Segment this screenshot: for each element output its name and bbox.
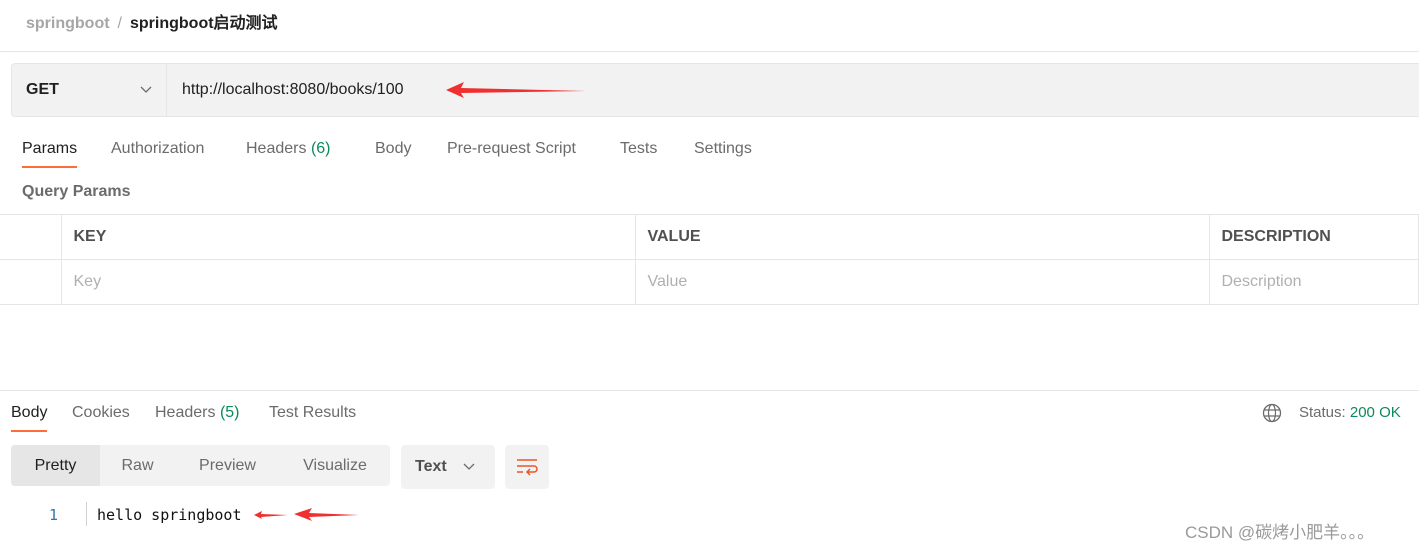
tab-tests[interactable]: Tests [620,140,657,158]
globe-icon[interactable] [1262,403,1282,423]
tab-test-results[interactable]: Test Results [269,404,356,422]
view-preview[interactable]: Preview [175,445,280,486]
tab-headers-label: Headers [246,140,307,157]
column-description: DESCRIPTION [1208,214,1419,260]
tab-cookies[interactable]: Cookies [72,404,130,422]
format-label: Text [415,458,447,475]
annotation-arrow [446,82,586,98]
view-raw[interactable]: Raw [100,445,175,486]
tab-settings[interactable]: Settings [694,140,752,158]
table-header-row: KEY VALUE DESCRIPTION [0,214,1419,260]
request-bar: GET http://localhost:8080/books/100 [11,63,1419,117]
method-select[interactable]: GET [12,64,167,116]
breadcrumb: springboot / springboot启动测试 [26,9,278,33]
line-number: 1 [49,506,59,524]
table-row: Key Value Description [0,259,1419,305]
tab-authorization[interactable]: Authorization [111,140,204,158]
query-params-table: KEY VALUE DESCRIPTION Key Value Description [0,214,1419,305]
wrap-lines-button[interactable] [505,445,549,489]
response-status: Status: 200 OK [1299,404,1401,421]
tab-response-body[interactable]: Body [11,404,48,432]
response-headers-count: (5) [219,404,240,421]
key-input[interactable]: Key [60,259,636,305]
divider [0,51,1419,52]
response-body-text: hello springboot [97,506,242,524]
row-checkbox [0,259,62,305]
tab-pre-request-script[interactable]: Pre-request Script [447,140,576,158]
tab-headers[interactable]: Headers (6) [246,140,331,158]
query-params-title: Query Params [22,183,131,200]
breadcrumb-request[interactable]: springboot启动测试 [130,15,278,32]
tab-body[interactable]: Body [375,140,411,158]
breadcrumb-collection[interactable]: springboot [26,15,110,32]
headers-count: (6) [310,140,331,157]
method-label: GET [26,81,59,98]
divider [0,390,1419,391]
wrap-lines-icon [517,459,538,476]
view-pretty[interactable]: Pretty [11,445,100,486]
view-mode-segmented: Pretty Raw Preview Visualize [11,445,390,486]
annotation-arrow [254,508,359,521]
format-select[interactable]: Text [401,445,495,489]
url-input[interactable]: http://localhost:8080/books/100 [167,81,404,99]
status-label: Status: [1299,404,1346,421]
description-input[interactable]: Description [1208,259,1419,305]
gutter-divider [86,502,87,526]
chevron-down-icon [140,86,152,93]
value-input[interactable]: Value [634,259,1210,305]
tab-params[interactable]: Params [22,140,78,168]
tab-response-headers[interactable]: Headers (5) [155,404,240,422]
status-value: 200 OK [1349,404,1401,421]
breadcrumb-separator: / [117,15,122,32]
column-key: KEY [60,214,636,260]
chevron-down-icon [463,463,475,470]
checkbox-column [0,214,62,260]
column-value: VALUE [634,214,1210,260]
view-visualize[interactable]: Visualize [280,445,390,486]
tab-response-headers-label: Headers [155,404,216,421]
watermark: CSDN @碳烤小肥羊。。。 [1185,523,1375,542]
